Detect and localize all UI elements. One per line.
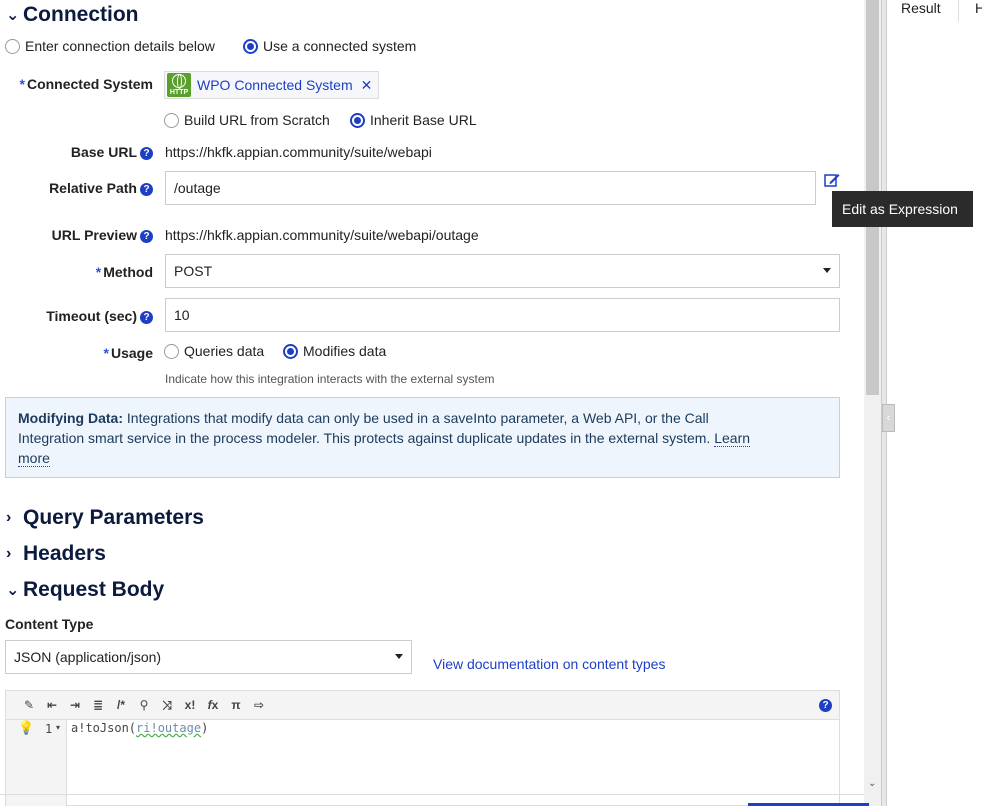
help-icon[interactable]: ?: [140, 311, 153, 324]
comment-icon[interactable]: /*: [110, 695, 132, 715]
relative-path-input[interactable]: /outage: [165, 171, 816, 205]
function-icon[interactable]: fx: [202, 695, 224, 715]
export-icon[interactable]: ⇨: [248, 695, 270, 715]
content-types-doc-link[interactable]: View documentation on content types: [433, 656, 665, 672]
editor-help-icon[interactable]: ?: [819, 699, 832, 712]
expression-editor-toolbar: ✎ ⇤ ⇥ ≣ /* ⚲ ⤨ x! fx π ⇨ ?: [5, 690, 840, 720]
info-title: Modifying Data:: [18, 410, 123, 426]
bottom-bar-line: [0, 794, 864, 795]
chevron-down-icon: ⌄: [6, 582, 20, 599]
modifying-data-info-box: Modifying Data: Integrations that modify…: [5, 397, 840, 478]
learn-more-link[interactable]: Learn: [714, 430, 751, 447]
pane-splitter[interactable]: [881, 0, 887, 806]
query-parameters-section-header[interactable]: › Query Parameters: [6, 505, 204, 531]
learn-more-link-cont[interactable]: more: [18, 450, 50, 467]
chevron-down-icon: ⌄: [6, 7, 20, 24]
line-number: 1: [45, 722, 53, 736]
shuffle-icon[interactable]: ⤨: [156, 695, 178, 715]
chevron-right-icon: ›: [6, 545, 12, 562]
timeout-label: Timeout (sec)?: [3, 308, 153, 324]
url-radio-inherit[interactable]: Inherit Base URL: [350, 112, 477, 128]
dropdown-caret-icon: [395, 654, 403, 659]
dropdown-caret-icon: [823, 268, 831, 273]
url-preview-value: https://hkfk.appian.community/suite/weba…: [165, 227, 479, 243]
tab-next-partial[interactable]: H: [975, 0, 982, 16]
url-preview-label: URL Preview?: [3, 227, 153, 243]
outdent-icon[interactable]: ⇤: [41, 695, 63, 715]
relative-path-label: Relative Path?: [3, 180, 153, 196]
left-pane-scrollbar[interactable]: ⌄: [864, 0, 881, 806]
usage-radio-queries[interactable]: Queries data: [164, 343, 264, 359]
magic-wand-icon[interactable]: ✎: [18, 695, 40, 715]
help-icon[interactable]: ?: [140, 183, 153, 196]
radio-selected[interactable]: [350, 113, 365, 128]
http-connected-system-icon: HTTP: [167, 73, 191, 97]
chevron-right-icon: ›: [6, 509, 12, 526]
help-icon[interactable]: ?: [140, 230, 153, 243]
collapse-panel-handle[interactable]: ‹: [882, 404, 895, 432]
method-label: * Method: [95, 264, 153, 280]
connected-system-name[interactable]: WPO Connected System: [197, 77, 353, 93]
scroll-down-arrow-icon[interactable]: ⌄: [868, 778, 876, 789]
tab-result[interactable]: Result: [901, 0, 941, 16]
remove-connected-system-icon[interactable]: ✕: [361, 77, 373, 94]
connection-mode-radio-use[interactable]: Use a connected system: [243, 38, 416, 54]
indent-icon[interactable]: ⇥: [64, 695, 86, 715]
timeout-input[interactable]: 10: [165, 298, 840, 332]
connection-section-header[interactable]: ⌄ Connection: [6, 2, 139, 28]
lightbulb-icon[interactable]: 💡: [18, 720, 34, 736]
radio-unselected[interactable]: [164, 344, 179, 359]
search-icon[interactable]: ⚲: [133, 695, 155, 715]
code-line[interactable]: a!toJson(ri!outage): [71, 721, 208, 735]
connected-system-label: * Connected System: [19, 76, 154, 92]
request-body-section-header[interactable]: ⌄ Request Body: [6, 577, 164, 603]
base-url-label: Base URL?: [3, 144, 153, 160]
headers-section-header[interactable]: › Headers: [6, 541, 106, 567]
content-type-label: Content Type: [5, 616, 94, 632]
connected-system-chip[interactable]: HTTP WPO Connected System ✕: [164, 71, 380, 99]
edit-as-expression-tooltip: Edit as Expression: [832, 191, 973, 227]
connection-mode-radio-enter[interactable]: Enter connection details below: [5, 38, 215, 54]
tab-divider: [958, 0, 959, 22]
method-dropdown[interactable]: POST: [165, 254, 840, 288]
designer-pane: ⌄ Connection Enter connection details be…: [0, 0, 864, 806]
connection-heading: Connection: [23, 3, 139, 26]
edit-expression-icon[interactable]: [824, 172, 840, 188]
base-url-value: https://hkfk.appian.community/suite/weba…: [165, 144, 432, 160]
url-radio-build[interactable]: Build URL from Scratch: [164, 112, 330, 128]
rule-input-icon[interactable]: x!: [179, 695, 201, 715]
format-list-icon[interactable]: ≣: [87, 695, 109, 715]
help-icon[interactable]: ?: [140, 147, 153, 160]
radio-selected[interactable]: [243, 39, 258, 54]
radio-unselected[interactable]: [164, 113, 179, 128]
usage-label: * Usage: [103, 345, 153, 361]
fold-arrow-icon[interactable]: ▾: [56, 723, 60, 732]
content-type-dropdown[interactable]: JSON (application/json): [5, 640, 412, 674]
usage-radio-modifies[interactable]: Modifies data: [283, 343, 386, 359]
radio-selected[interactable]: [283, 344, 298, 359]
constant-pi-icon[interactable]: π: [225, 695, 247, 715]
radio-unselected[interactable]: [5, 39, 20, 54]
usage-hint: Indicate how this integration interacts …: [165, 372, 495, 386]
